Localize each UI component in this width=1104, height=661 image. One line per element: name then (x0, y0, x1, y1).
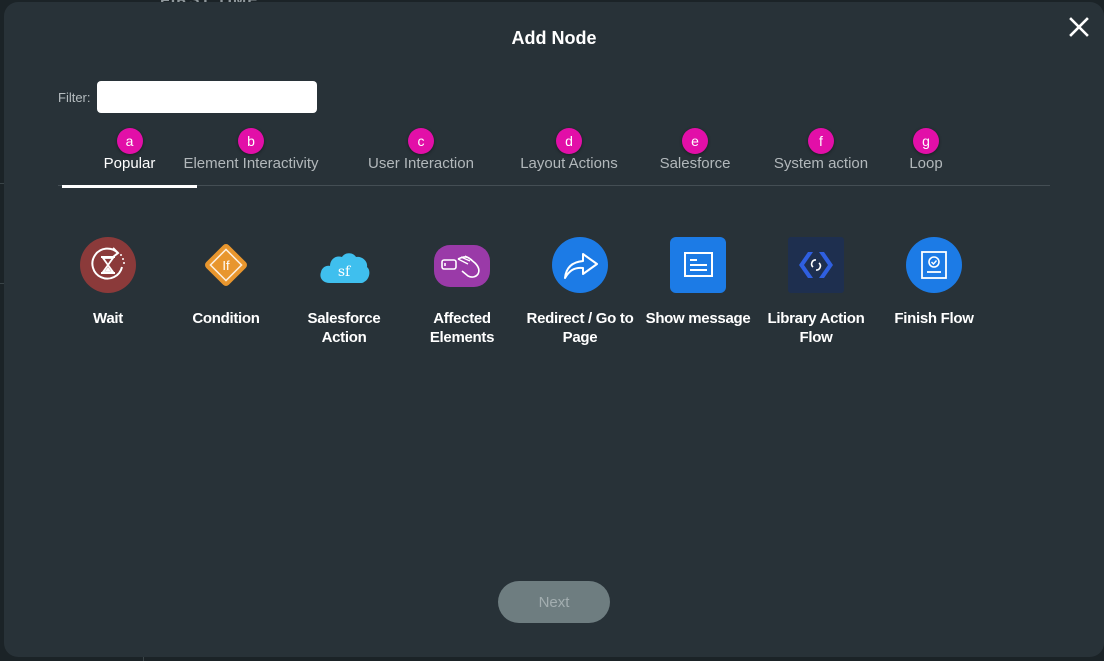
tab-label: Popular (103, 155, 156, 172)
node-label: Show message (645, 310, 751, 327)
filter-input[interactable] (96, 81, 317, 113)
svg-text:sf: sf (338, 264, 352, 280)
next-button[interactable]: Next (498, 581, 610, 623)
category-tabs: a Popular b Element Interactivity c User… (58, 128, 1050, 188)
node-salesforce-action[interactable]: sf Salesforce Action (289, 237, 399, 347)
filter-row: Filter: (58, 81, 317, 113)
node-show-message[interactable]: Show message (643, 237, 753, 328)
node-condition[interactable]: If Condition (171, 237, 281, 328)
if-diamond-icon: If (198, 237, 254, 293)
tab-label: Layout Actions (520, 155, 618, 172)
dialog-title: Add Node (511, 28, 597, 48)
hand-pointer-icon (434, 237, 490, 293)
tab-layout-actions[interactable]: d Layout Actions (514, 128, 624, 186)
tab-badge: a (116, 128, 143, 154)
tab-badge: c (408, 128, 434, 154)
tab-element-interactivity[interactable]: b Element Interactivity (172, 128, 330, 186)
node-label: Finish Flow (894, 310, 974, 327)
share-arrow-icon (552, 237, 608, 293)
tab-loop[interactable]: g Loop (906, 128, 946, 186)
tab-label: Element Interactivity (183, 155, 319, 172)
add-node-dialog: Add Node Filter: a Popular b Element Int… (4, 2, 1104, 657)
node-library-action-flow[interactable]: Library Action Flow (761, 237, 871, 347)
close-button[interactable] (1068, 16, 1090, 38)
node-redirect-go-to-page[interactable]: Redirect / Go to Page (525, 237, 635, 347)
node-label: Redirect / Go to Page (526, 310, 634, 346)
tab-popular[interactable]: a Popular (62, 128, 197, 188)
tab-user-interaction[interactable]: c User Interaction (360, 128, 482, 186)
node-label: Condition (192, 310, 260, 327)
node-label: Library Action Flow (767, 310, 865, 346)
message-icon (670, 237, 726, 293)
node-wait[interactable]: Wait (53, 237, 163, 328)
tab-badge: g (913, 128, 939, 154)
tab-badge: d (556, 128, 582, 154)
tab-system-action[interactable]: f System action (770, 128, 872, 186)
node-label: Salesforce Action (307, 310, 381, 346)
tab-badge: b (238, 128, 264, 154)
tab-label: System action (773, 155, 869, 172)
tab-badge: f (808, 128, 834, 154)
salesforce-cloud-icon: sf (316, 237, 372, 293)
close-icon (1069, 17, 1089, 37)
node-label: Wait (93, 310, 123, 327)
tab-label: User Interaction (368, 155, 474, 172)
node-finish-flow[interactable]: Finish Flow (879, 237, 989, 328)
filter-label: Filter: (58, 89, 91, 105)
tab-label: Loop (909, 155, 943, 172)
finish-check-icon (906, 237, 962, 293)
tab-salesforce[interactable]: e Salesforce (655, 128, 735, 186)
node-label: Affected Elements (429, 310, 495, 346)
tab-label: Salesforce (659, 155, 731, 172)
node-affected-elements[interactable]: Affected Elements (407, 237, 517, 347)
tab-badge: e (682, 128, 708, 154)
svg-text:If: If (222, 258, 230, 273)
hourglass-icon (80, 237, 136, 293)
library-code-icon (788, 237, 844, 293)
